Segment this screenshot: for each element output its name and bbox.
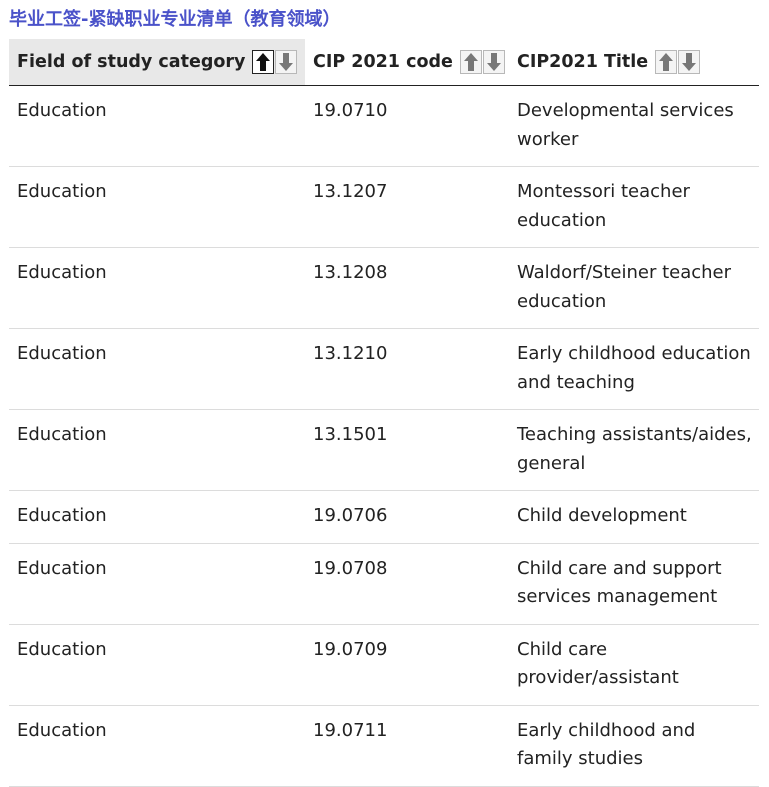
cip-title-cell: Teaching assistants/aides, general <box>509 409 759 491</box>
table-row: Education 13.1207 Montessori teacher edu… <box>9 166 759 248</box>
arrow-down-icon <box>279 53 294 71</box>
sort-controls <box>459 50 505 74</box>
page-title: 毕业工签-紧缺职业专业清单（教育领域） <box>9 9 341 30</box>
table-row: Education 13.1208 Waldorf/Steiner teache… <box>9 247 759 329</box>
table-header: Field of study category CIP 2021 code CI… <box>9 39 759 86</box>
column-header-cip-code: CIP 2021 code <box>305 39 509 86</box>
column-header-field-of-study: Field of study category <box>9 39 305 86</box>
sort-descending-button[interactable] <box>275 50 298 74</box>
cip-title-cell: Early childhood and family studies <box>509 705 759 787</box>
cip-title-cell: Developmental services worker <box>509 85 759 167</box>
cip-code-cell: 19.0711 <box>305 705 509 787</box>
cip-title-cell: Waldorf/Steiner teacher education <box>509 247 759 329</box>
table-row: Education 19.0706 Child development <box>9 490 759 544</box>
table-row: Education 13.1210 Early childhood educat… <box>9 328 759 410</box>
arrow-up-icon <box>463 53 478 71</box>
cip-title-cell: Early childhood education and teaching <box>509 328 759 410</box>
category-cell: Education <box>9 247 305 329</box>
category-cell: Education <box>9 490 305 544</box>
cip-table-container: Field of study category CIP 2021 code CI… <box>9 39 759 787</box>
category-cell: Education <box>9 543 305 625</box>
category-cell: Education <box>9 85 305 167</box>
sort-controls <box>252 50 298 74</box>
sort-ascending-button[interactable] <box>655 50 678 74</box>
arrow-down-icon <box>486 53 501 71</box>
header-row: Field of study category CIP 2021 code CI… <box>9 39 759 86</box>
cip-code-cell: 13.1501 <box>305 409 509 491</box>
cip-title-cell: Montessori teacher education <box>509 166 759 248</box>
cip-code-cell: 13.1207 <box>305 166 509 248</box>
column-header-label: CIP2021 Title <box>517 52 649 72</box>
arrow-up-icon <box>256 53 271 71</box>
table-row: Education 19.0711 Early childhood and fa… <box>9 705 759 787</box>
cip-code-cell: 19.0708 <box>305 543 509 625</box>
table-row: Education 19.0710 Developmental services… <box>9 85 759 167</box>
arrow-up-icon <box>659 53 674 71</box>
cip-code-cell: 19.0710 <box>305 85 509 167</box>
cip-code-cell: 19.0706 <box>305 490 509 544</box>
cip-code-cell: 13.1208 <box>305 247 509 329</box>
sort-ascending-button[interactable] <box>252 50 275 74</box>
category-cell: Education <box>9 409 305 491</box>
category-cell: Education <box>9 166 305 248</box>
column-header-label: Field of study category <box>17 52 246 72</box>
column-header-cip-title: CIP2021 Title <box>509 39 759 86</box>
arrow-down-icon <box>682 53 697 71</box>
table-body: Education 19.0710 Developmental services… <box>9 85 759 787</box>
cip-code-cell: 19.0709 <box>305 624 509 706</box>
table-row: Education 13.1501 Teaching assistants/ai… <box>9 409 759 491</box>
cip-title-cell: Child care provider/assistant <box>509 624 759 706</box>
column-header-label: CIP 2021 code <box>313 52 453 72</box>
category-cell: Education <box>9 328 305 410</box>
cip-title-cell: Child development <box>509 490 759 544</box>
table-row: Education 19.0709 Child care provider/as… <box>9 624 759 706</box>
cip-code-cell: 13.1210 <box>305 328 509 410</box>
category-cell: Education <box>9 624 305 706</box>
sort-controls <box>655 50 701 74</box>
sort-descending-button[interactable] <box>482 50 505 74</box>
sort-ascending-button[interactable] <box>459 50 482 74</box>
sort-descending-button[interactable] <box>678 50 701 74</box>
table-row: Education 19.0708 Child care and support… <box>9 543 759 625</box>
cip-table: Field of study category CIP 2021 code CI… <box>9 39 759 787</box>
cip-title-cell: Child care and support services manageme… <box>509 543 759 625</box>
category-cell: Education <box>9 705 305 787</box>
